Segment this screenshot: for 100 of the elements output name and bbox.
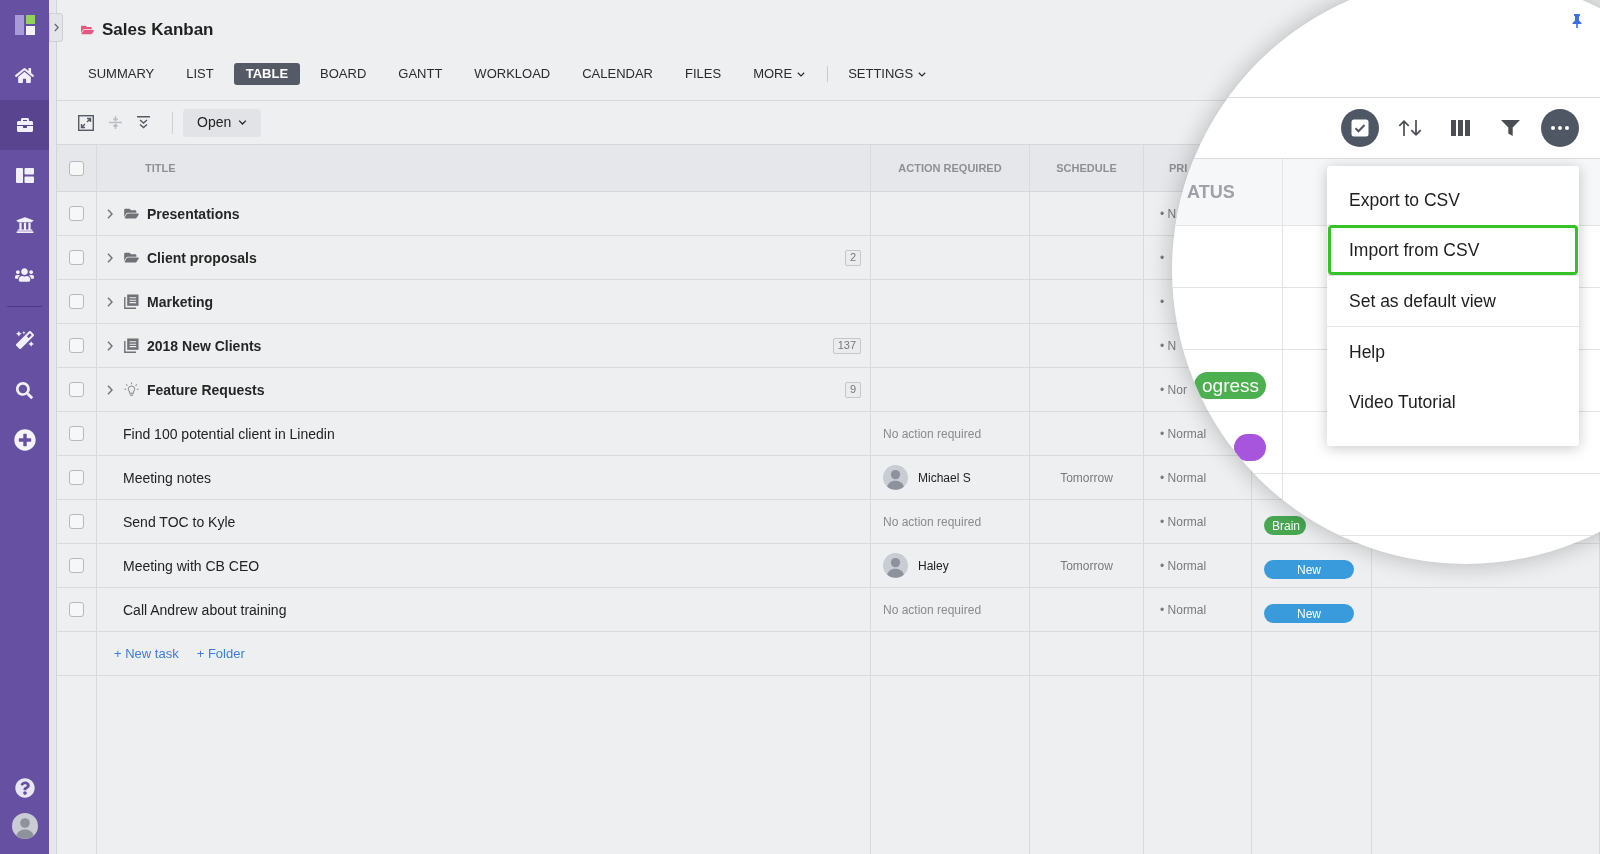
priority-label: • xyxy=(1160,293,1165,310)
menu-item[interactable]: Set as default view xyxy=(1327,276,1579,326)
caret-icon xyxy=(918,71,927,77)
sidebar-nav-item[interactable] xyxy=(0,100,49,150)
folder-icon xyxy=(124,207,139,220)
checkbox[interactable] xyxy=(69,514,84,529)
group-title: Marketing xyxy=(147,292,214,311)
column-header: ACTION REQUIRED xyxy=(898,160,1002,176)
checkbox-icon xyxy=(1351,119,1369,137)
checkbox[interactable] xyxy=(69,602,84,617)
add-icon[interactable] xyxy=(13,429,36,451)
add-link[interactable]: + Folder xyxy=(196,645,245,662)
chevron-right-icon[interactable] xyxy=(107,208,113,219)
more-icon xyxy=(1551,126,1569,130)
panel-toggle[interactable] xyxy=(49,13,63,42)
briefcase-icon xyxy=(15,117,34,133)
caret-icon xyxy=(797,71,806,77)
priority-label: • xyxy=(1160,249,1165,266)
task-title: Find 100 potential client in Linedin xyxy=(123,424,335,443)
chevron-right-icon[interactable] xyxy=(107,296,113,307)
tab[interactable]: CALENDAR xyxy=(570,63,665,85)
status-pill: Brain xyxy=(1264,516,1306,535)
more-button[interactable] xyxy=(1541,109,1579,147)
sort-icon[interactable] xyxy=(1398,120,1422,136)
group-title: Feature Requests xyxy=(147,380,265,399)
document-list-icon xyxy=(124,338,139,353)
chevron-right-icon[interactable] xyxy=(107,384,113,395)
tab[interactable]: LIST xyxy=(174,63,226,85)
tab[interactable]: MORE xyxy=(741,63,818,85)
filter-dropdown[interactable]: Open xyxy=(183,108,262,137)
checkbox[interactable] xyxy=(69,382,84,397)
task-title: Meeting notes xyxy=(123,468,211,487)
menu-item[interactable]: Import from CSV xyxy=(1328,225,1578,275)
checkbox[interactable] xyxy=(69,160,84,176)
column-header: SCHEDULE xyxy=(1056,160,1117,176)
menu-item[interactable]: Video Tutorial xyxy=(1327,377,1579,427)
priority-label: • Normal xyxy=(1160,601,1207,618)
checkbox[interactable] xyxy=(69,206,84,221)
task-title: Send TOC to Kyle xyxy=(123,512,236,531)
avatar-icon xyxy=(883,465,908,490)
chevron-right-icon[interactable] xyxy=(107,340,113,351)
checkbox[interactable] xyxy=(69,250,84,265)
action-note: No action required xyxy=(883,513,982,530)
project-title: Sales Kanban xyxy=(102,19,214,41)
home-icon[interactable] xyxy=(15,66,34,84)
people-icon[interactable] xyxy=(15,267,34,283)
column-header: ATUS xyxy=(1187,183,1235,201)
chevron-right-icon[interactable] xyxy=(107,252,113,263)
menu-item[interactable]: Help xyxy=(1327,327,1579,377)
board-icon[interactable] xyxy=(15,167,34,183)
checkbox[interactable] xyxy=(69,426,84,441)
folder-icon xyxy=(81,24,94,36)
task-title: Meeting with CB CEO xyxy=(123,556,260,575)
chevron-right-icon xyxy=(53,23,59,32)
search-icon[interactable] xyxy=(16,381,33,399)
status-pill: ogress xyxy=(1194,372,1266,399)
priority-label: • Normal xyxy=(1160,425,1207,442)
app-logo xyxy=(14,15,35,35)
column-header: PRI xyxy=(1169,160,1188,176)
tab[interactable]: SUMMARY xyxy=(76,63,167,85)
folder-icon xyxy=(124,251,139,264)
task-title: Call Andrew about training xyxy=(123,600,287,619)
schedule-date: Tomorrow xyxy=(1060,469,1113,486)
filter-icon[interactable] xyxy=(1500,120,1520,136)
avatar-icon xyxy=(883,553,908,578)
assignee-name: Michael S xyxy=(918,469,971,486)
menu-item[interactable]: Export to CSV xyxy=(1327,175,1579,225)
tab[interactable]: GANTT xyxy=(386,63,455,85)
checkbox[interactable] xyxy=(69,338,84,353)
settings-menu[interactable]: SETTINGS xyxy=(836,63,939,85)
tab[interactable]: WORKLOAD xyxy=(462,63,563,85)
checkbox[interactable] xyxy=(69,470,84,485)
bank-icon[interactable] xyxy=(15,216,34,234)
help-icon[interactable] xyxy=(14,778,35,798)
tab[interactable]: BOARD xyxy=(308,63,379,85)
caret-icon xyxy=(238,120,248,125)
pin-icon[interactable] xyxy=(1572,14,1582,28)
expand-all-icon[interactable] xyxy=(137,116,150,129)
tab[interactable]: TABLE xyxy=(233,63,301,85)
column-header: TITLE xyxy=(145,160,176,176)
status-pill: New xyxy=(1264,604,1354,623)
group-title: Client proposals xyxy=(147,248,257,267)
checkbox[interactable] xyxy=(69,294,84,309)
document-list-icon xyxy=(124,294,139,309)
add-link[interactable]: + New task xyxy=(114,645,179,662)
priority-label: • Normal xyxy=(1160,513,1207,530)
item-count: 2 xyxy=(844,249,861,266)
checkbox[interactable] xyxy=(69,558,84,573)
columns-icon[interactable] xyxy=(1450,120,1470,136)
tab[interactable]: FILES xyxy=(673,63,734,85)
user-avatar xyxy=(11,813,38,839)
priority-label: • N xyxy=(1160,205,1177,222)
magic-wand-icon[interactable] xyxy=(15,331,34,349)
assignee-name: Haley xyxy=(918,557,949,574)
group-title: 2018 New Clients xyxy=(147,336,262,355)
select-button[interactable] xyxy=(1341,109,1379,147)
priority-label: • Normal xyxy=(1160,557,1207,574)
action-note: No action required xyxy=(883,425,982,442)
item-count: 137 xyxy=(832,337,861,354)
fullscreen-icon[interactable] xyxy=(78,114,94,131)
